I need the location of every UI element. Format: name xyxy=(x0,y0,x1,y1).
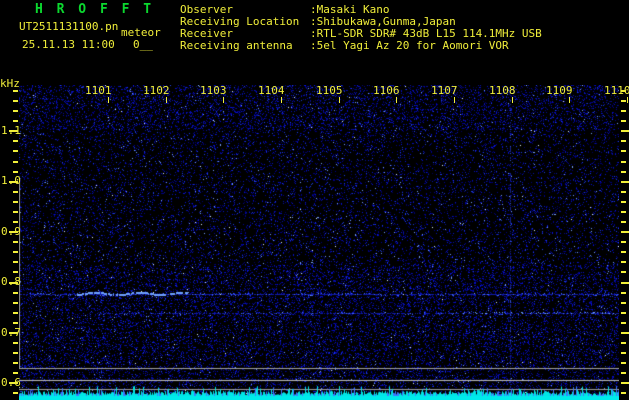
freq-tick-right xyxy=(621,241,626,243)
freq-tick-right xyxy=(621,100,626,102)
time-axis-label: 1107 xyxy=(431,84,458,97)
freq-tick-left xyxy=(13,161,18,163)
freq-tick-left xyxy=(9,282,18,284)
freq-tick-right xyxy=(621,392,626,394)
freq-tick-left xyxy=(13,271,18,273)
spectrogram-canvas xyxy=(19,85,619,400)
freq-tick-right xyxy=(621,342,626,344)
freq-tick-right xyxy=(621,140,626,142)
freq-tick-left xyxy=(13,302,18,304)
freq-tick-right xyxy=(621,372,626,374)
freq-tick-left xyxy=(13,352,18,354)
freq-tick-left xyxy=(13,110,18,112)
info-value: :5el Yagi Az 20 for Aomori VOR xyxy=(310,39,509,52)
freq-tick-left xyxy=(9,231,18,233)
freq-tick-left xyxy=(13,221,18,223)
freq-tick-right xyxy=(621,271,626,273)
freq-tick-left xyxy=(13,100,18,102)
freq-tick-left xyxy=(13,322,18,324)
time-axis-label: 1109 xyxy=(546,84,573,97)
output-filename: UT2511131100.pn xyxy=(19,20,119,33)
time-tick xyxy=(108,97,109,103)
freq-tick-right xyxy=(621,362,626,364)
echo-count: 0__ xyxy=(133,38,153,51)
freq-tick-left xyxy=(13,392,18,394)
info-row: Receiving antenna :5el Yagi Az 20 for Aom… xyxy=(180,40,509,52)
freq-tick-right xyxy=(621,161,626,163)
time-tick xyxy=(512,97,513,103)
freq-tick-left xyxy=(13,90,18,92)
freq-tick-right xyxy=(621,90,626,92)
time-tick xyxy=(396,97,397,103)
freq-tick-right xyxy=(621,110,626,112)
freq-tick-left xyxy=(13,120,18,122)
freq-tick-right xyxy=(621,292,626,294)
time-axis-label: 1104 xyxy=(258,84,285,97)
freq-tick-left xyxy=(13,342,18,344)
freq-tick-left xyxy=(13,251,18,253)
freq-tick-left xyxy=(13,362,18,364)
freq-tick-left xyxy=(13,211,18,213)
freq-tick-right xyxy=(621,231,629,233)
freq-tick-right xyxy=(621,322,626,324)
freq-tick-left xyxy=(13,312,18,314)
time-tick xyxy=(627,97,628,103)
freq-tick-right xyxy=(621,150,626,152)
freq-tick-left xyxy=(13,241,18,243)
freq-tick-left xyxy=(9,332,18,334)
freq-tick-left xyxy=(13,171,18,173)
freq-tick-right xyxy=(621,201,626,203)
freq-tick-left xyxy=(13,372,18,374)
freq-tick-left xyxy=(13,261,18,263)
freq-tick-left xyxy=(13,140,18,142)
time-axis-label: 1102 xyxy=(143,84,170,97)
time-tick xyxy=(166,97,167,103)
time-tick xyxy=(223,97,224,103)
freq-tick-right xyxy=(621,130,629,132)
freq-tick-right xyxy=(621,181,629,183)
freq-tick-right xyxy=(621,302,626,304)
time-tick xyxy=(569,97,570,103)
freq-tick-right xyxy=(621,191,626,193)
freq-tick-right xyxy=(621,171,626,173)
freq-tick-right xyxy=(621,211,626,213)
time-tick xyxy=(281,97,282,103)
freq-tick-left xyxy=(13,292,18,294)
freq-tick-right xyxy=(621,352,626,354)
freq-tick-right xyxy=(621,282,629,284)
observation-datetime: 25.11.13 11:00 xyxy=(22,38,115,51)
info-label: Receiving antenna xyxy=(180,39,293,52)
freq-tick-left xyxy=(9,181,18,183)
hrofft-window: H R O F F T UT2511131100.pn meteor 25.11… xyxy=(0,0,629,400)
time-axis-label: 1103 xyxy=(200,84,227,97)
time-axis-label: 1105 xyxy=(316,84,343,97)
freq-tick-left xyxy=(9,382,18,384)
freq-tick-left xyxy=(13,201,18,203)
time-axis-label: 1106 xyxy=(373,84,400,97)
app-title: H R O F F T xyxy=(35,2,155,17)
freq-tick-right xyxy=(621,120,626,122)
freq-tick-right xyxy=(621,312,626,314)
freq-tick-right xyxy=(621,261,626,263)
freq-tick-right xyxy=(621,332,629,334)
time-axis-label: 1108 xyxy=(489,84,516,97)
time-tick xyxy=(454,97,455,103)
freq-tick-right xyxy=(621,382,629,384)
freq-tick-right xyxy=(621,221,626,223)
freq-tick-right xyxy=(621,251,626,253)
freq-tick-left xyxy=(13,150,18,152)
time-axis-label: 1101 xyxy=(85,84,112,97)
time-tick xyxy=(339,97,340,103)
freq-tick-left xyxy=(9,130,18,132)
freq-tick-left xyxy=(13,191,18,193)
freq-unit-label: kHz xyxy=(0,77,20,90)
